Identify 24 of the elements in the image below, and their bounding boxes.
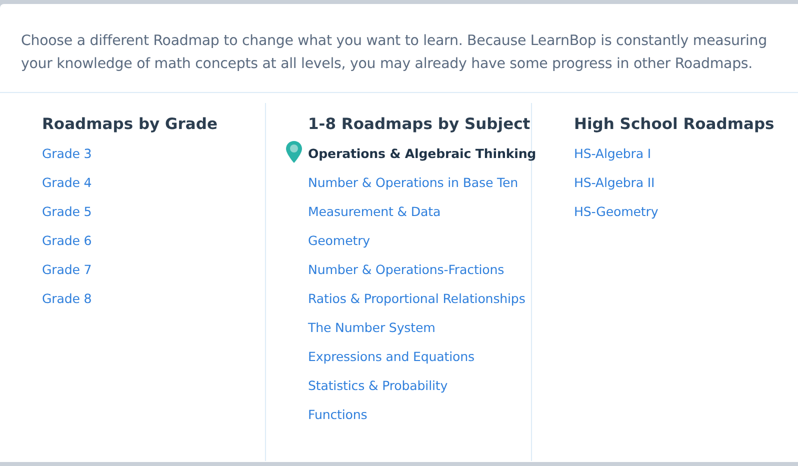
roadmap-link[interactable]: Grade 4 <box>42 174 92 191</box>
roadmap-link[interactable]: HS-Algebra I <box>574 145 651 162</box>
roadmap-link[interactable]: Geometry <box>308 232 370 249</box>
roadmap-link[interactable]: Grade 5 <box>42 203 92 220</box>
roadmap-link[interactable]: Grade 8 <box>42 290 92 307</box>
roadmap-link[interactable]: Measurement & Data <box>308 203 441 220</box>
roadmap-link[interactable]: Functions <box>308 406 368 423</box>
roadmap-link[interactable]: Grade 6 <box>42 232 92 249</box>
column-heading: High School Roadmaps <box>574 115 776 133</box>
column-heading: 1-8 Roadmaps by Subject <box>308 115 532 133</box>
column-heading: Roadmaps by Grade <box>42 115 218 133</box>
roadmap-link[interactable]: Ratios & Proportional Relationships <box>308 290 526 307</box>
map-pin-icon <box>286 141 302 163</box>
roadmap-link[interactable]: Statistics & Probability <box>308 377 448 394</box>
roadmap-link[interactable]: HS-Geometry <box>574 203 658 220</box>
roadmap-link[interactable]: Operations & Algebraic Thinking <box>308 145 536 162</box>
roadmap-link[interactable]: The Number System <box>308 319 436 336</box>
roadmap-link[interactable]: Number & Operations in Base Ten <box>308 174 518 191</box>
intro-text: Choose a different Roadmap to change what you want to learn. Because LearnBop is constantly measuring your knowledge of math concepts at all levels, you may already have some progress in other Roadmaps. <box>0 4 798 93</box>
roadmap-link[interactable]: Number & Operations-Fractions <box>308 261 504 278</box>
roadmap-link[interactable]: Expressions and Equations <box>308 348 474 365</box>
roadmap-link[interactable]: Grade 3 <box>42 145 92 162</box>
roadmap-link[interactable]: Grade 7 <box>42 261 92 278</box>
roadmap-link[interactable]: HS-Algebra II <box>574 174 655 191</box>
